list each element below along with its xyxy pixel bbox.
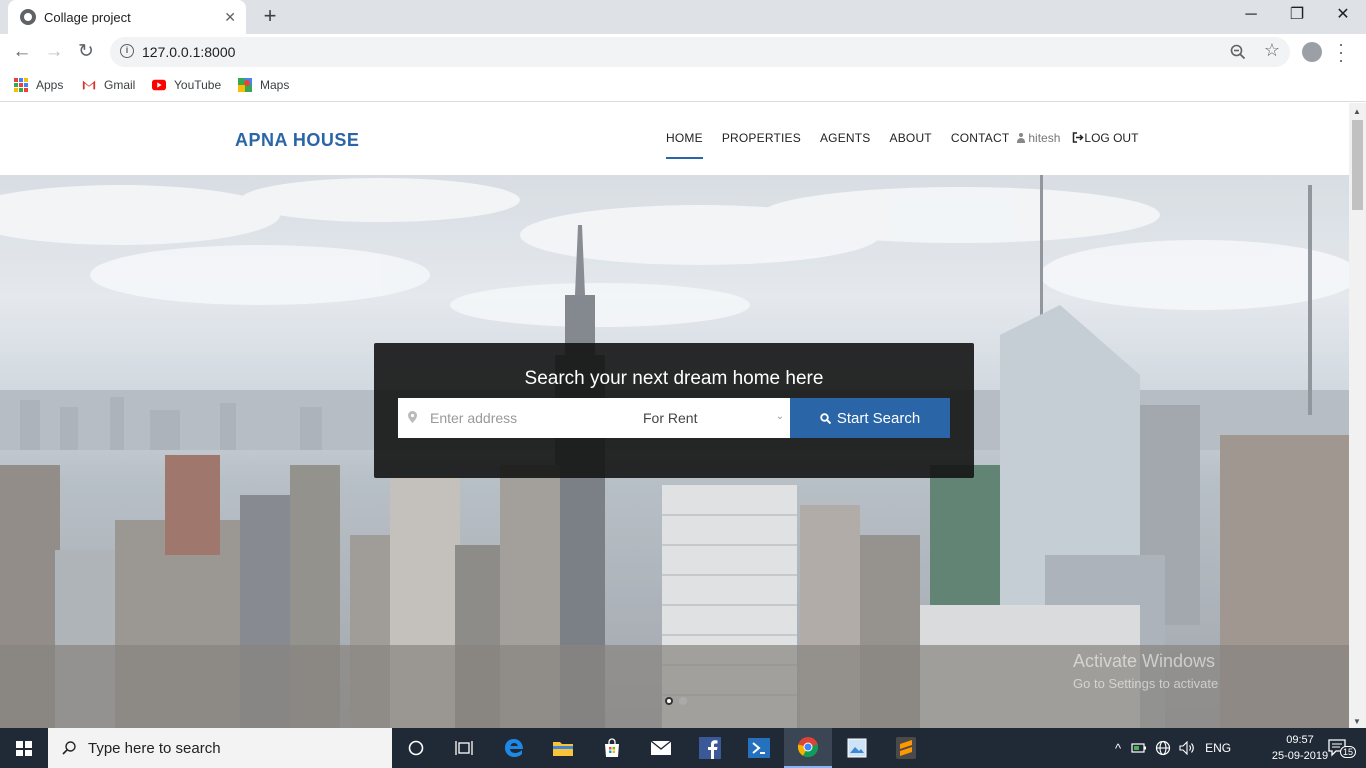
- bookmark-apps[interactable]: Apps: [14, 76, 63, 94]
- site-header: APNA HOUSE HOME PROPERTIES AGENTS ABOUT …: [0, 103, 1349, 175]
- info-icon[interactable]: i: [120, 44, 134, 58]
- volume-icon[interactable]: [1179, 741, 1195, 755]
- address-input[interactable]: [430, 398, 630, 438]
- scroll-up-arrow-icon[interactable]: ▲: [1353, 107, 1361, 116]
- listing-type-select[interactable]: For Rent ⌄: [643, 398, 788, 438]
- edge-icon[interactable]: [490, 728, 538, 768]
- profile-avatar[interactable]: [1302, 42, 1322, 62]
- window-close-button[interactable]: ✕: [1320, 0, 1366, 30]
- user-menu[interactable]: hitesh: [1017, 131, 1060, 159]
- bookmark-maps[interactable]: Maps: [238, 76, 289, 94]
- gmail-icon: [82, 80, 96, 90]
- store-icon[interactable]: [588, 728, 636, 768]
- back-arrow-icon[interactable]: ←: [10, 41, 34, 63]
- start-search-button[interactable]: Start Search: [790, 398, 950, 438]
- nav-contact[interactable]: CONTACT: [951, 131, 1010, 159]
- new-tab-button[interactable]: +: [258, 4, 282, 28]
- chevron-up-icon[interactable]: ^: [1115, 741, 1121, 756]
- logout-icon: [1073, 132, 1084, 143]
- restore-button[interactable]: ❐: [1274, 0, 1320, 30]
- user-name: hitesh: [1028, 131, 1061, 145]
- cortana-icon[interactable]: [392, 728, 440, 768]
- search-heading: Search your next dream home here: [524, 368, 824, 389]
- bookmark-label: YouTube: [174, 78, 222, 92]
- network-globe-icon[interactable]: [1155, 740, 1171, 756]
- system-tray: ^ ENG: [1115, 728, 1231, 768]
- page-scrollbar[interactable]: ▲ ▼: [1349, 103, 1366, 728]
- scroll-down-arrow-icon[interactable]: ▼: [1353, 717, 1361, 726]
- chrome-icon[interactable]: [784, 728, 832, 768]
- address-bar[interactable]: i 127.0.0.1:8000 ☆: [110, 37, 1290, 67]
- carousel-indicators: [665, 697, 687, 705]
- chevron-down-icon: ⌄: [775, 411, 784, 422]
- carousel-dot-active[interactable]: [665, 697, 673, 705]
- main-nav: HOME PROPERTIES AGENTS ABOUT CONTACT hit…: [666, 131, 1138, 159]
- youtube-icon: [152, 79, 166, 91]
- bookmark-label: Gmail: [104, 78, 136, 92]
- activate-windows-watermark: Activate Windows Go to Settings to activ…: [1073, 651, 1218, 691]
- nav-about[interactable]: ABOUT: [890, 131, 932, 159]
- search-icon: [820, 412, 831, 424]
- powershell-icon[interactable]: [735, 728, 783, 768]
- bookmark-gmail[interactable]: Gmail: [82, 76, 135, 94]
- zoom-icon[interactable]: [1230, 44, 1246, 60]
- mail-icon[interactable]: [637, 728, 685, 768]
- search-panel: Search your next dream home here For Ren…: [374, 343, 974, 478]
- windows-taskbar: Type here to search ^ ENG 09:57 25-09-20…: [0, 728, 1366, 768]
- site-logo[interactable]: APNA HOUSE: [235, 130, 359, 151]
- task-view-icon[interactable]: [440, 728, 488, 768]
- taskbar-search-placeholder: Type here to search: [88, 739, 221, 757]
- scrollbar-thumb[interactable]: [1352, 120, 1363, 210]
- listing-type-value: For Rent: [643, 410, 698, 426]
- start-button[interactable]: [0, 728, 48, 768]
- language-indicator[interactable]: ENG: [1205, 741, 1231, 755]
- carousel-dot[interactable]: [679, 697, 687, 705]
- battery-icon[interactable]: [1131, 742, 1147, 754]
- watermark-title: Activate Windows: [1073, 651, 1216, 671]
- globe-icon: [20, 9, 36, 25]
- logout-link[interactable]: LOG OUT: [1072, 131, 1138, 159]
- bookmark-star-icon[interactable]: ☆: [1264, 40, 1280, 61]
- user-icon: [1017, 133, 1026, 143]
- browser-tab[interactable]: Collage project ✕: [8, 0, 246, 34]
- tab-title: Collage project: [44, 9, 131, 25]
- action-center-button[interactable]: 15: [1318, 728, 1358, 768]
- page-viewport: APNA HOUSE HOME PROPERTIES AGENTS ABOUT …: [0, 103, 1349, 728]
- browser-tabstrip: Collage project ✕ + ─ ❐ ✕: [0, 0, 1366, 34]
- watermark-subtitle: Go to Settings to activate: [1073, 676, 1219, 691]
- logout-label: LOG OUT: [1084, 131, 1139, 145]
- search-icon: [62, 741, 76, 755]
- bookmark-label: Maps: [260, 78, 290, 92]
- sublime-text-icon[interactable]: [882, 728, 930, 768]
- address-search-group: For Rent ⌄: [398, 398, 790, 438]
- nav-properties[interactable]: PROPERTIES: [722, 131, 801, 159]
- windows-logo-icon: [16, 741, 32, 756]
- notification-count-badge: 15: [1340, 746, 1357, 758]
- minimize-button[interactable]: ─: [1228, 0, 1274, 30]
- bookmark-label: Apps: [36, 78, 64, 92]
- hero-banner: Search your next dream home here For Ren…: [0, 175, 1349, 728]
- nav-agents[interactable]: AGENTS: [820, 131, 871, 159]
- apps-grid-icon: [14, 78, 28, 92]
- taskbar-search-box[interactable]: Type here to search: [48, 728, 392, 768]
- file-explorer-icon[interactable]: [539, 728, 587, 768]
- menu-dots-icon[interactable]: · · ·: [1336, 35, 1346, 69]
- nav-home[interactable]: HOME: [666, 131, 703, 159]
- maps-icon: [238, 78, 252, 92]
- bookmark-youtube[interactable]: YouTube: [152, 76, 221, 94]
- start-search-label: Start Search: [836, 409, 921, 427]
- browser-toolbar: ← → ↻ i 127.0.0.1:8000 ☆ · · ·: [0, 34, 1366, 70]
- tab-close-icon[interactable]: ✕: [224, 9, 236, 26]
- reload-icon[interactable]: ↻: [74, 41, 98, 63]
- facebook-icon[interactable]: [686, 728, 734, 768]
- location-pin-icon: [408, 411, 417, 423]
- bookmarks-bar: Apps Gmail YouTube Maps: [0, 70, 1366, 102]
- url-text[interactable]: 127.0.0.1:8000: [142, 44, 235, 60]
- forward-arrow-icon[interactable]: →: [42, 41, 66, 63]
- photos-icon[interactable]: [833, 728, 881, 768]
